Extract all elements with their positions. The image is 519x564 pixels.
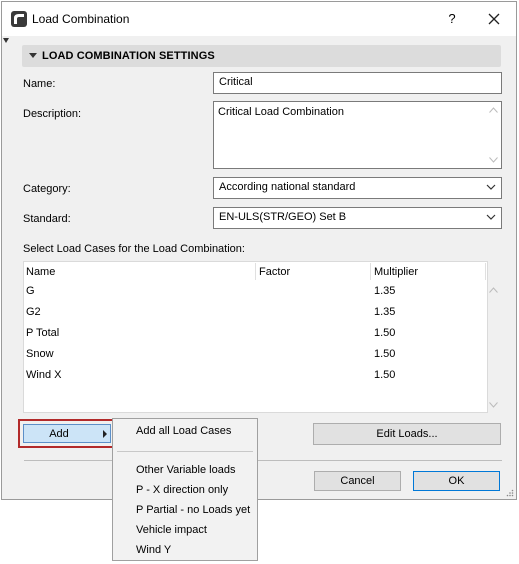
column-divider[interactable]	[255, 263, 256, 280]
add-submenu: Add all Load Cases Other Variable loads …	[112, 418, 258, 561]
menu-item-wind-y[interactable]: Wind Y	[136, 544, 171, 556]
close-button[interactable]	[482, 8, 506, 30]
table-row[interactable]: G2 1.35	[25, 303, 467, 324]
table-row[interactable]: G 1.35	[25, 282, 467, 303]
description-value: Critical Load Combination	[218, 106, 344, 118]
add-button[interactable]: Add	[23, 424, 111, 443]
scroll-down-icon[interactable]	[489, 157, 498, 163]
edit-loads-label: Edit Loads...	[376, 428, 438, 440]
load-cases-caption: Select Load Cases for the Load Combinati…	[23, 243, 245, 255]
ok-label: OK	[448, 475, 465, 487]
column-header-factor[interactable]: Factor	[259, 266, 290, 278]
column-header-multiplier[interactable]: Multiplier	[374, 266, 418, 278]
edit-loads-button[interactable]: Edit Loads...	[313, 423, 501, 445]
menu-item-add-all-load-cases[interactable]: Add all Load Cases	[136, 425, 231, 437]
add-button-highlight: Add	[18, 419, 116, 448]
panel-collapse-marker-icon	[3, 38, 9, 43]
scroll-down-icon[interactable]	[489, 402, 498, 408]
load-case-name: G	[26, 285, 35, 297]
cancel-button[interactable]: Cancel	[314, 471, 401, 491]
submenu-arrow-icon	[103, 430, 107, 438]
load-case-name: P Total	[26, 327, 60, 339]
cancel-label: Cancel	[340, 475, 375, 487]
resize-grip-icon[interactable]	[506, 489, 514, 497]
column-divider	[485, 263, 486, 280]
divider	[24, 460, 502, 461]
menu-item-other-variable-loads[interactable]: Other Variable loads	[136, 464, 235, 476]
description-label: Description:	[23, 108, 82, 120]
collapse-triangle-icon	[29, 53, 37, 58]
menu-item-vehicle-impact[interactable]: Vehicle impact	[136, 524, 207, 536]
load-case-multiplier: 1.50	[374, 327, 396, 339]
category-label: Category:	[23, 183, 71, 195]
table-scrollbar[interactable]	[486, 280, 502, 412]
load-case-name: Snow	[26, 348, 54, 360]
ok-button[interactable]: OK	[413, 471, 500, 491]
standard-select[interactable]: EN-ULS(STR/GEO) Set B	[213, 207, 502, 229]
app-icon	[11, 11, 27, 27]
scroll-up-icon[interactable]	[489, 287, 498, 293]
scroll-up-icon[interactable]	[489, 107, 498, 113]
chevron-down-icon	[486, 184, 496, 190]
load-combination-dialog: Load Combination ? LOAD COMBINATION SETT…	[1, 1, 517, 500]
name-label: Name:	[23, 78, 56, 90]
menu-item-p-x-direction-only[interactable]: P - X direction only	[136, 484, 228, 496]
load-case-multiplier: 1.50	[374, 369, 396, 381]
table-row[interactable]: P Total 1.50	[25, 324, 467, 345]
column-header-name[interactable]: Name	[26, 266, 55, 278]
load-case-multiplier: 1.35	[374, 306, 396, 318]
load-case-multiplier: 1.35	[374, 285, 396, 297]
standard-label: Standard:	[23, 213, 71, 225]
section-title: LOAD COMBINATION SETTINGS	[42, 50, 215, 62]
window-title: Load Combination	[32, 12, 130, 26]
category-value: According national standard	[219, 181, 356, 193]
menu-separator	[117, 451, 253, 452]
load-case-name: G2	[26, 306, 41, 318]
load-case-name: Wind X	[26, 369, 62, 381]
description-field[interactable]: Critical Load Combination	[213, 101, 502, 169]
load-cases-table: Name Factor Multiplier G 1.35 G2 1.35 P …	[23, 261, 498, 413]
load-case-multiplier: 1.50	[374, 348, 396, 360]
standard-value: EN-ULS(STR/GEO) Set B	[219, 211, 347, 223]
help-button[interactable]: ?	[442, 11, 462, 29]
column-divider[interactable]	[370, 263, 371, 280]
chevron-down-icon	[486, 214, 496, 220]
menu-item-p-partial[interactable]: P Partial - no Loads yet	[136, 504, 250, 516]
table-row[interactable]: Wind X 1.50	[25, 366, 467, 387]
add-button-label: Add	[49, 428, 69, 440]
table-row[interactable]: Snow 1.50	[25, 345, 467, 366]
name-field[interactable]: Critical	[213, 72, 502, 94]
name-value: Critical	[219, 76, 253, 88]
close-icon	[488, 13, 500, 25]
section-header[interactable]: LOAD COMBINATION SETTINGS	[22, 45, 501, 67]
category-select[interactable]: According national standard	[213, 177, 502, 199]
title-bar: Load Combination ?	[2, 2, 516, 36]
